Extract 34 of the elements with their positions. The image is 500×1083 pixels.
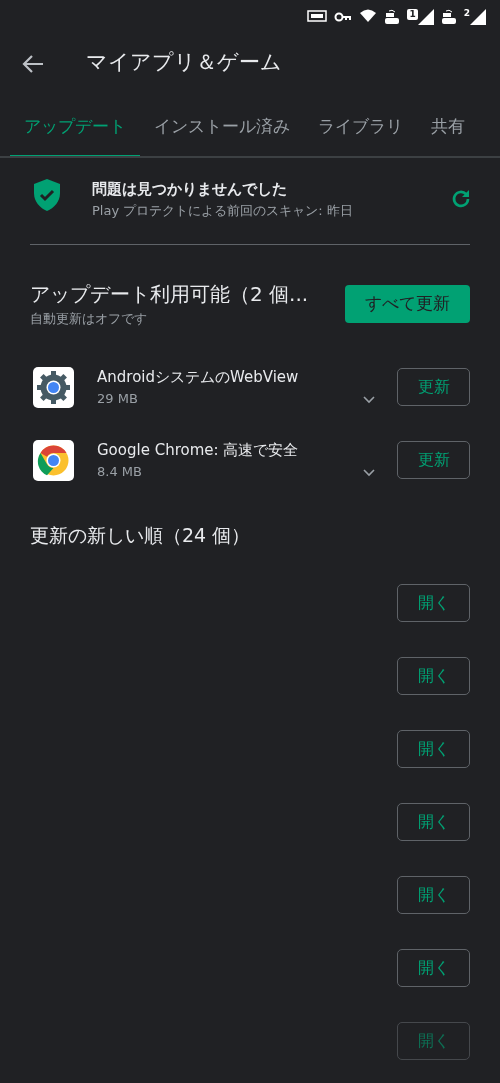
tab[interactable]: 共有 (417, 98, 479, 156)
section-title: アップデート利用可能（2 個... (30, 281, 309, 308)
app-name: Google Chrome: 高速で安全 (97, 440, 300, 461)
sim-number: 2 (463, 9, 470, 18)
open-button[interactable]: 開く (397, 803, 470, 841)
app-size: 8.4 MB (97, 462, 143, 481)
open-button[interactable]: 開く (397, 1022, 470, 1060)
expand-button[interactable] (363, 395, 375, 404)
signal-icon (417, 9, 434, 25)
update-all-button[interactable]: すべて更新 (345, 284, 470, 323)
screen-title: マイアプリ＆ゲーム (86, 49, 282, 77)
signal-icon (470, 9, 486, 25)
status-title: 問題は見つかりませんでした (92, 179, 288, 200)
shield-check-icon (32, 178, 62, 212)
tab[interactable]: アップデート (10, 98, 140, 156)
key-icon (334, 12, 353, 22)
open-button[interactable]: 開く (397, 949, 470, 987)
open-button[interactable]: 開く (397, 657, 470, 695)
section-title: 更新の新しい順（24 個） (29, 522, 252, 548)
update-button[interactable]: 更新 (397, 441, 470, 479)
app-size: 29 MB (97, 389, 139, 408)
open-button[interactable]: 開く (397, 730, 470, 768)
scan-info: Play プロテクトによる前回のスキャン: 昨日 (92, 201, 354, 220)
gear-app-icon (33, 366, 74, 408)
app-name: AndroidシステムのWebView (97, 367, 300, 388)
open-button[interactable]: 開く (397, 876, 470, 914)
expand-button[interactable] (363, 468, 375, 477)
auto-update-status: 自動更新はオフです (30, 310, 148, 328)
update-button[interactable]: 更新 (397, 368, 470, 406)
sim-number: 1 (407, 9, 418, 20)
browser-app-icon (33, 439, 74, 481)
open-button[interactable]: 開く (397, 584, 470, 622)
tab[interactable]: ライブラリ (304, 98, 417, 156)
tab[interactable]: インストール済み (140, 98, 304, 156)
